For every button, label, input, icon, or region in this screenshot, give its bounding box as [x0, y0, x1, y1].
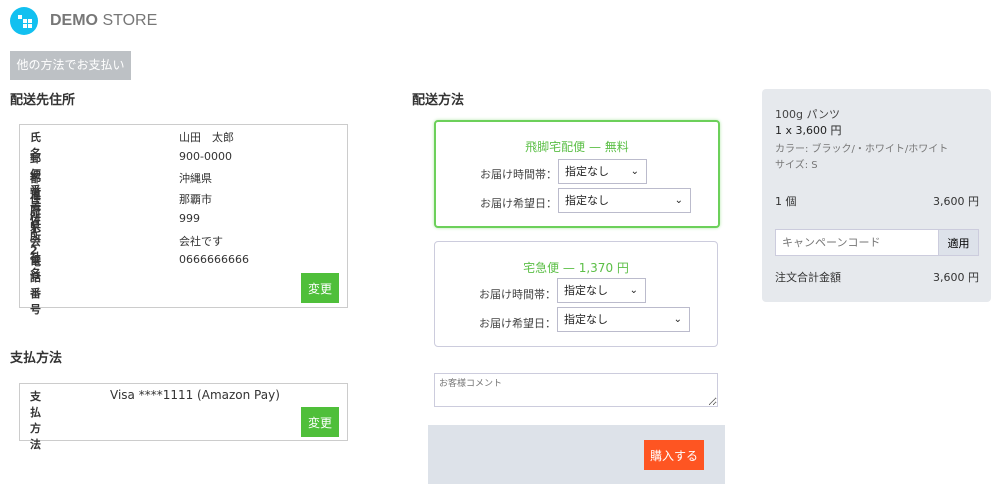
total-amount: 3,600 円: [933, 271, 979, 284]
address-field-value: 0666666666: [179, 253, 249, 267]
payment-title: 支払方法: [10, 351, 63, 366]
change-address-button[interactable]: 変更: [301, 273, 339, 303]
address-title: 配送先住所: [10, 93, 76, 108]
product-color: カラー: ブラック/・ホワイト/ホワイト: [775, 144, 949, 155]
product-size: サイズ: S: [775, 160, 818, 171]
time-label: お届け時間帯：: [480, 168, 557, 181]
address-box: 氏名 山田 太郎 郵便番号 900-0000 都道府県 沖縄県 住所1 那覇市 住所2 999 会社…: [19, 124, 348, 316]
product-qty-price: 1 x 3,600 円: [775, 124, 842, 137]
date-select[interactable]: 指定なし ⌄: [557, 307, 690, 332]
shipping-option[interactable]: 宅急便 — 1,370 円 お届け時間帯： 指定なし ⌄ お届け希望日： 指定なし…: [434, 241, 718, 347]
apply-button[interactable]: 適用: [938, 229, 979, 256]
time-label: お届け時間帯：: [479, 288, 556, 301]
time-select[interactable]: 指定なし ⌄: [557, 278, 646, 303]
time-select[interactable]: 指定なし ⌄: [558, 159, 647, 184]
order-summary: 100g パンツ 1 x 3,600 円 カラー: ブラック/・ホワイト/ホワイ…: [762, 89, 991, 302]
chevron-down-icon: ⌄: [673, 314, 682, 325]
shipping-option[interactable]: 飛脚宅配便 — 無料 お届け時間帯： 指定なし ⌄ お届け希望日： 指定なし ⌄: [434, 120, 720, 228]
address-field-value: 900-0000: [179, 149, 232, 163]
purchase-button[interactable]: 購入する: [644, 440, 704, 470]
payment-label: 支払方法: [30, 390, 41, 451]
chevron-down-icon: ⌄: [630, 166, 639, 177]
time-value: 指定なし: [565, 165, 609, 178]
payment-value: Visa ****1111 (Amazon Pay): [110, 388, 280, 402]
address-field-value: 那覇市: [179, 193, 212, 207]
subtotal: 3,600 円: [933, 195, 979, 208]
date-value: 指定なし: [564, 313, 608, 326]
store-logo-icon: [10, 7, 38, 35]
date-value: 指定なし: [565, 194, 609, 207]
date-select[interactable]: 指定なし ⌄: [558, 188, 691, 213]
other-payment-button[interactable]: 他の方法でお支払い: [10, 51, 131, 80]
total-label: 注文合計金額: [775, 271, 841, 284]
comment-textarea[interactable]: [434, 373, 718, 407]
payment-box: 支払方法 Visa ****1111 (Amazon Pay) 変更: [19, 383, 348, 451]
shipping-option-name: 宅急便 — 1,370 円: [523, 261, 629, 275]
time-value: 指定なし: [564, 284, 608, 297]
address-field-value: 999: [179, 211, 200, 225]
date-label: お届け希望日：: [480, 197, 557, 210]
date-label: お届け希望日：: [479, 317, 556, 330]
chevron-down-icon: ⌄: [629, 285, 638, 296]
change-payment-button[interactable]: 変更: [301, 407, 339, 437]
campaign-code-input[interactable]: [775, 229, 938, 256]
store-name: DEMO STORE: [50, 12, 158, 29]
shipping-title: 配送方法: [412, 93, 465, 108]
address-field-value: 沖縄県: [179, 172, 212, 186]
shipping-option-name: 飛脚宅配便 — 無料: [525, 140, 629, 154]
chevron-down-icon: ⌄: [674, 195, 683, 206]
product-name: 100g パンツ: [775, 108, 841, 121]
address-field-value: 会社です: [179, 234, 223, 248]
address-field-label: 電話番号: [30, 255, 41, 317]
item-count: 1 個: [775, 195, 797, 208]
address-field-value: 山田 太郎: [179, 131, 234, 144]
purchase-bar: 購入する: [428, 425, 725, 484]
